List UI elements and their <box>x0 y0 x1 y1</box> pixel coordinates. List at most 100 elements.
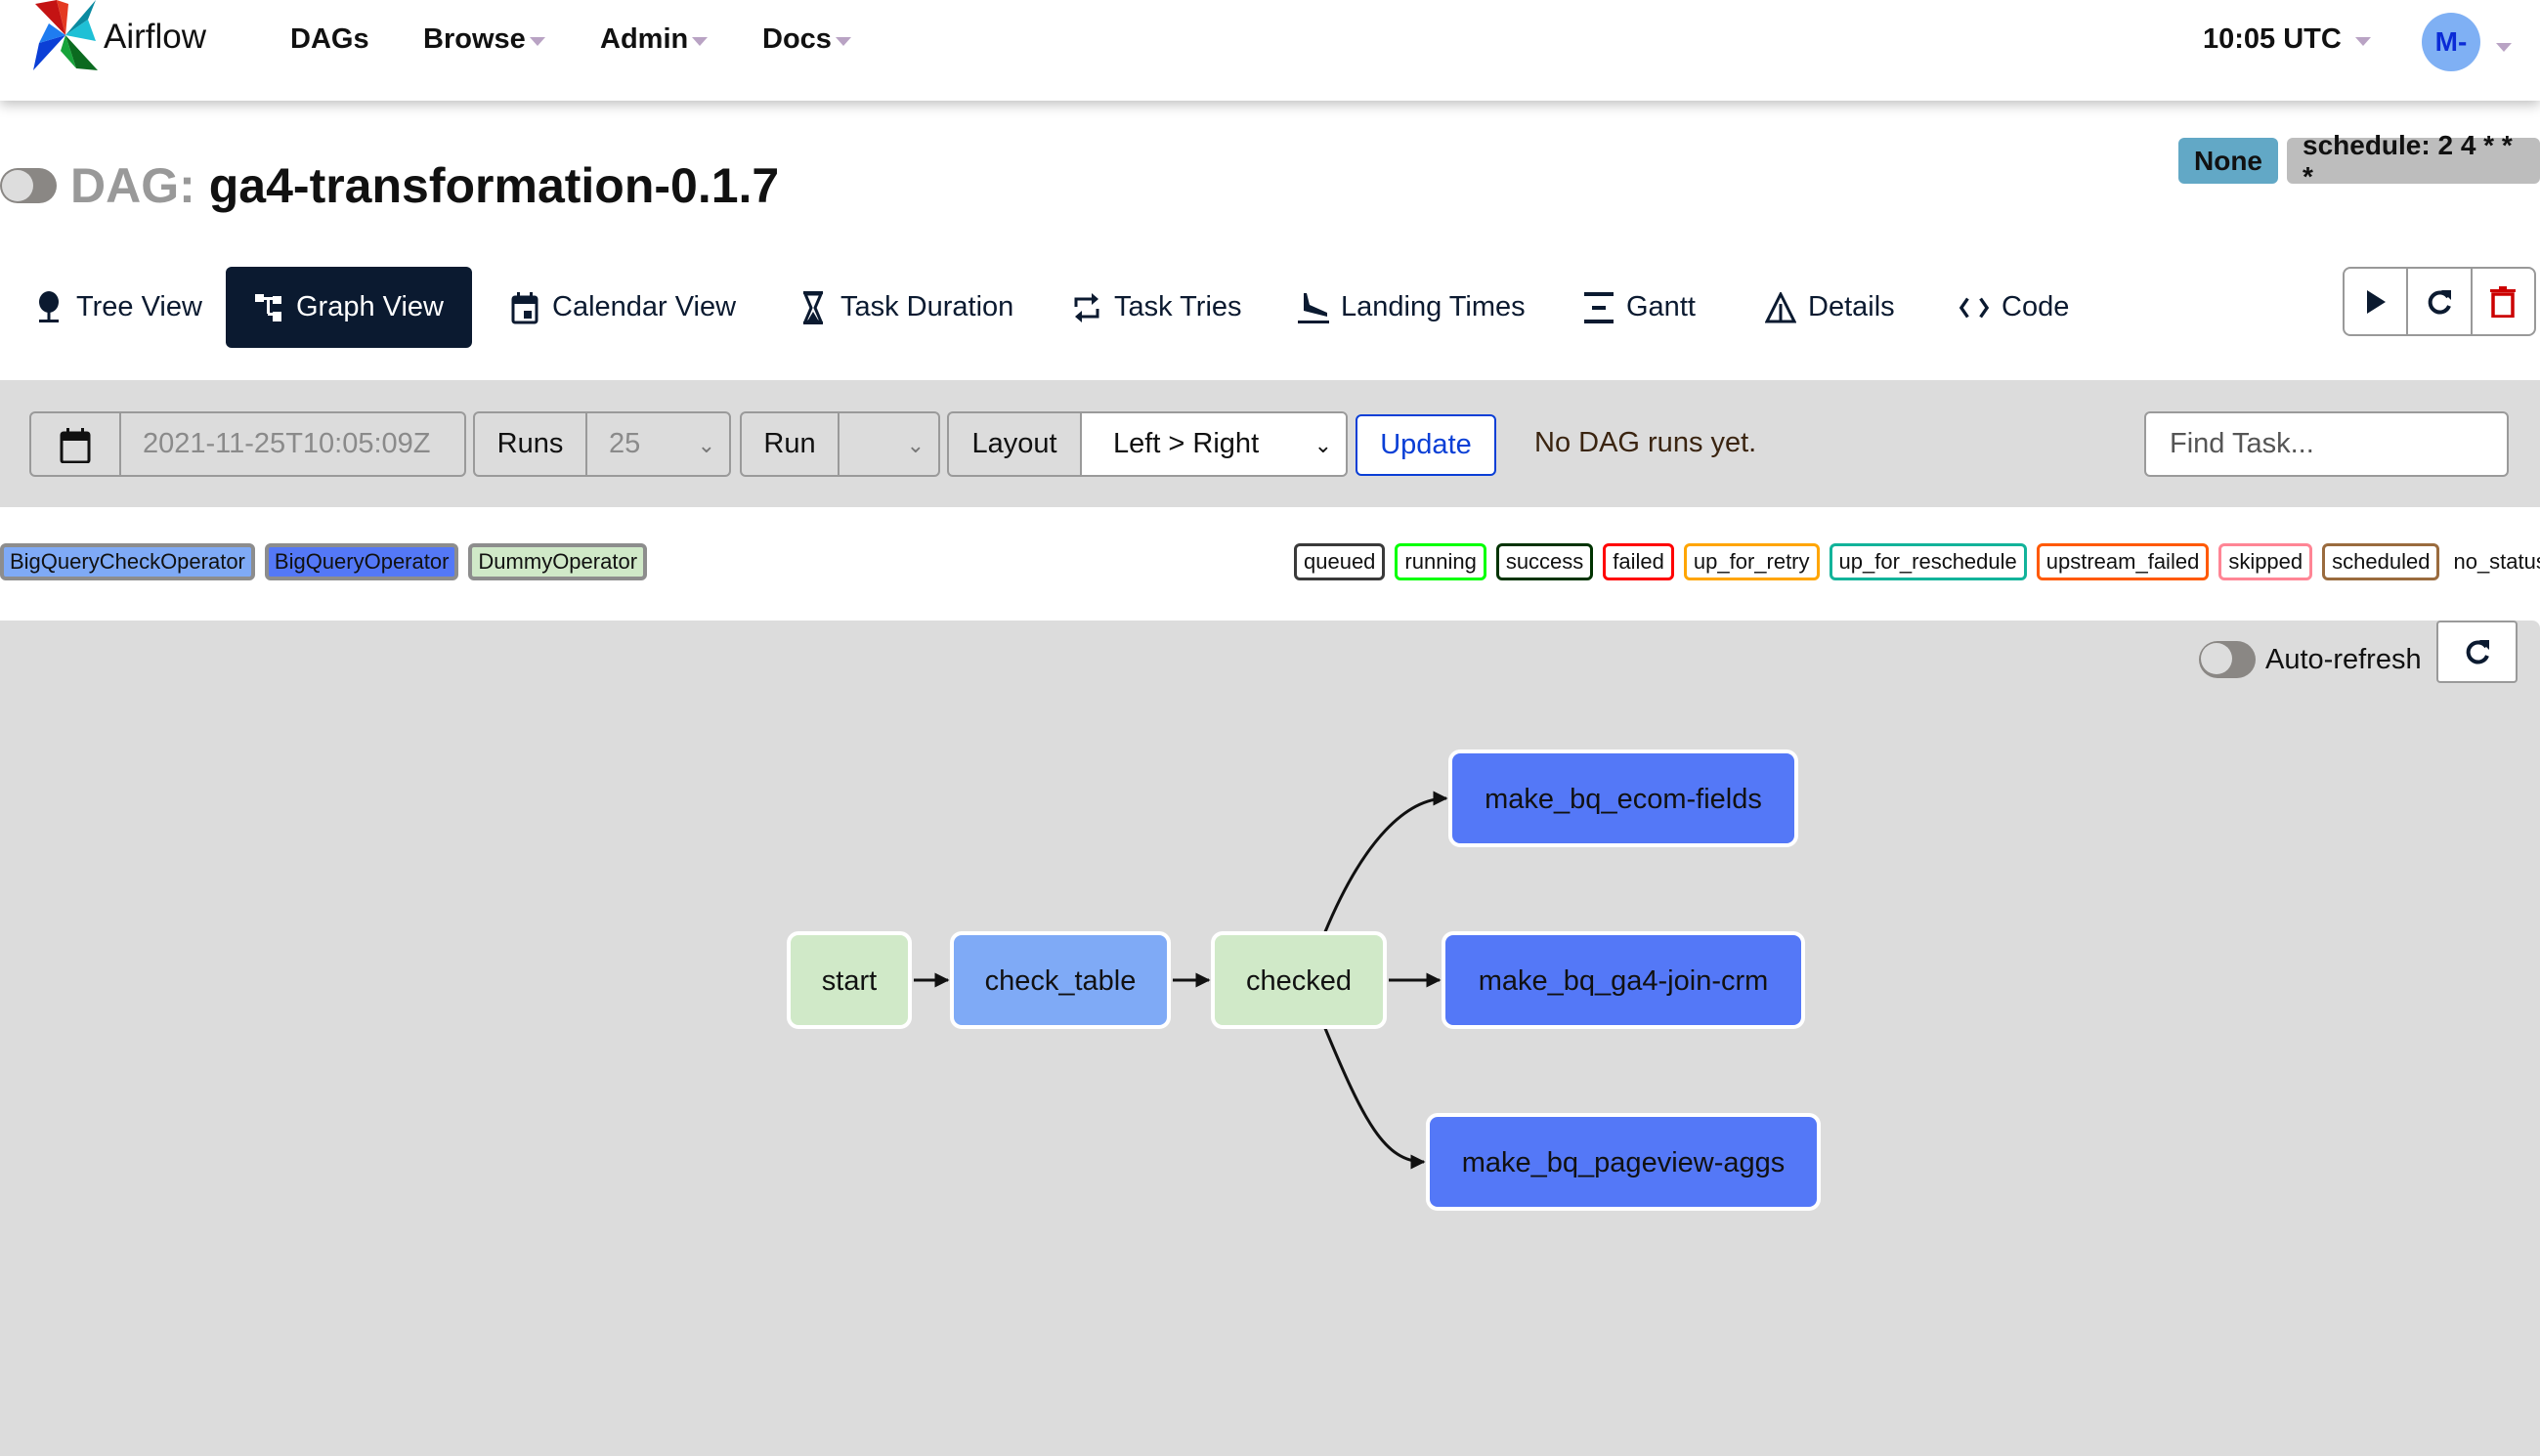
state-label: up_for_reschedule <box>1838 549 2017 574</box>
task-node-checked[interactable]: checked <box>1211 931 1387 1029</box>
tab-label: Landing Times <box>1341 291 1526 322</box>
dag-actions <box>2343 267 2536 336</box>
owner-badge[interactable]: None <box>2178 138 2278 184</box>
tab-calendar-view[interactable]: Calendar View <box>480 267 765 348</box>
tab-task-duration[interactable]: Task Duration <box>768 267 1043 348</box>
chevron-down-icon: ⌄ <box>906 433 925 457</box>
top-navbar: Airflow DAGs Browse Admin Docs 10:05 UTC… <box>0 0 2540 101</box>
legend-state-running[interactable]: running <box>1395 543 1486 580</box>
task-node-check_table[interactable]: check_table <box>950 931 1171 1029</box>
layout-group: Layout Left > Right ⌄ <box>947 411 1348 477</box>
task-node-label: make_bq_ecom-fields <box>1485 784 1762 815</box>
landing-icon <box>1298 291 1329 324</box>
caret-down-icon <box>692 37 709 46</box>
dag-label: DAG: <box>70 158 195 213</box>
base-date-group: 2021-11-25T10:05:09Z <box>29 411 466 477</box>
schedule-badge-label: schedule: 2 4 * * * <box>2303 129 2513 192</box>
tab-code[interactable]: Code <box>1929 267 2098 348</box>
layout-select[interactable]: Left > Right ⌄ <box>1082 413 1346 475</box>
nav-docs[interactable]: Docs <box>762 23 851 56</box>
runs-label: Runs <box>475 413 587 475</box>
base-date-value: 2021-11-25T10:05:09Z <box>143 428 431 459</box>
trash-icon <box>2490 285 2517 318</box>
operator-legend: BigQueryCheckOperator BigQueryOperator D… <box>0 542 648 581</box>
dag-graph-svg: start check_table checked make_bq_ecom-fiel… <box>787 749 1821 1211</box>
tab-graph-view[interactable]: Graph View <box>226 267 472 348</box>
task-node-label: start <box>822 965 877 997</box>
task-node-start[interactable]: start <box>787 931 912 1029</box>
nav-dags-label: DAGs <box>290 23 369 55</box>
operator-label: BigQueryCheckOperator <box>10 549 245 574</box>
user-initials: M- <box>2434 26 2468 57</box>
legend-operator-bigquery[interactable]: BigQueryOperator <box>264 543 459 580</box>
task-node-make_bq_ga4-join-crm[interactable]: make_bq_ga4-join-crm <box>1442 931 1805 1029</box>
tab-landing-times[interactable]: Landing Times <box>1269 267 1555 348</box>
state-label: running <box>1404 549 1477 574</box>
clock-dropdown[interactable]: 10:05 UTC <box>2203 23 2371 56</box>
nav-admin[interactable]: Admin <box>600 23 709 56</box>
tab-label: Task Duration <box>840 291 1014 322</box>
owner-badge-label: None <box>2194 145 2262 176</box>
task-node-label: make_bq_pageview-aggs <box>1462 1147 1786 1178</box>
play-icon <box>2366 289 2386 314</box>
refresh-dag-button[interactable] <box>2408 269 2473 334</box>
legend-state-scheduled[interactable]: scheduled <box>2322 543 2440 580</box>
task-node-make_bq_ecom-fields[interactable]: make_bq_ecom-fields <box>1448 749 1798 847</box>
task-node-label: check_table <box>985 965 1137 997</box>
tree-icon <box>33 290 65 324</box>
chevron-down-icon: ⌄ <box>697 433 715 457</box>
hourglass-icon <box>797 290 829 324</box>
task-node-make_bq_pageview-aggs[interactable]: make_bq_pageview-aggs <box>1426 1113 1821 1211</box>
legend-state-skipped[interactable]: skipped <box>2218 543 2313 580</box>
dag-graph-canvas[interactable]: Auto-refresh start check_table checked make… <box>0 621 2540 1456</box>
dag-pause-toggle[interactable] <box>0 168 57 203</box>
legend-operator-bigquerycheck[interactable]: BigQueryCheckOperator <box>0 543 255 580</box>
tab-details[interactable]: Details <box>1736 267 1924 348</box>
user-menu-caret-icon[interactable] <box>2496 43 2512 52</box>
state-label: queued <box>1304 549 1376 574</box>
state-legend: queued running success failed up_for_ret… <box>1294 542 2540 581</box>
dag-id-title: ga4-transformation-0.1.7 <box>208 158 780 213</box>
legend-state-success[interactable]: success <box>1495 543 1594 580</box>
tab-label: Details <box>1808 291 1895 322</box>
state-label: success <box>1505 549 1584 574</box>
layout-label: Layout <box>949 413 1082 475</box>
state-label: failed <box>1613 549 1664 574</box>
legend-state-upstream-failed[interactable]: upstream_failed <box>2036 543 2210 580</box>
airflow-logo-icon[interactable] <box>27 0 104 70</box>
run-select[interactable]: ⌄ <box>839 413 938 475</box>
tab-task-tries[interactable]: Task Tries <box>1042 267 1271 348</box>
chevron-down-icon: ⌄ <box>1313 433 1332 457</box>
nav-browse-label: Browse <box>423 23 526 55</box>
datepicker-button[interactable] <box>31 413 121 475</box>
tab-tree-view[interactable]: Tree View <box>4 267 232 348</box>
legend-operator-dummy[interactable]: DummyOperator <box>468 543 648 580</box>
runs-select[interactable]: 25 ⌄ <box>587 413 729 475</box>
trigger-dag-button[interactable] <box>2345 269 2409 334</box>
base-date-input[interactable]: 2021-11-25T10:05:09Z <box>121 413 464 475</box>
legend-state-failed[interactable]: failed <box>1603 543 1674 580</box>
nav-dags[interactable]: DAGs <box>290 23 369 56</box>
layout-value: Left > Right <box>1113 428 1260 459</box>
nav-browse[interactable]: Browse <box>423 23 545 56</box>
tab-gantt[interactable]: Gantt <box>1554 267 1725 348</box>
layout-label-text: Layout <box>971 428 1057 459</box>
state-label: skipped <box>2228 549 2303 574</box>
update-button[interactable]: Update <box>1356 414 1496 476</box>
caret-down-icon <box>529 37 545 46</box>
code-icon <box>1959 291 1990 324</box>
legend-state-queued[interactable]: queued <box>1294 543 1386 580</box>
legend-state-up-for-reschedule[interactable]: up_for_reschedule <box>1829 543 2027 580</box>
nav-docs-label: Docs <box>762 23 832 55</box>
user-avatar[interactable]: M- <box>2422 13 2480 71</box>
delete-dag-button[interactable] <box>2473 269 2534 334</box>
state-label: up_for_retry <box>1693 549 1810 574</box>
retry-icon <box>1071 291 1102 324</box>
schedule-badge: schedule: 2 4 * * * <box>2287 130 2540 192</box>
legend-state-up-for-retry[interactable]: up_for_retry <box>1683 543 1820 580</box>
calendar-icon <box>509 291 540 324</box>
brand-name[interactable]: Airflow <box>104 18 206 57</box>
legend-state-no-status[interactable]: no_status <box>2449 549 2540 575</box>
find-task-input[interactable] <box>2144 411 2509 477</box>
operator-label: DummyOperator <box>478 549 638 574</box>
